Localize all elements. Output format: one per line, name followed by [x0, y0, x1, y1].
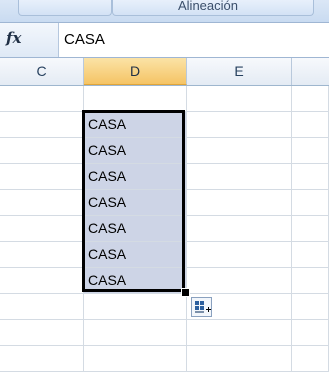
column-header-f[interactable] [292, 58, 329, 85]
cell-d-casa[interactable]: CASA [84, 268, 187, 294]
cell[interactable] [292, 268, 329, 294]
cell-text: CASA [88, 168, 127, 184]
cell-d-casa[interactable]: CASA [84, 190, 187, 216]
cell[interactable] [292, 320, 329, 346]
cell[interactable] [292, 138, 329, 164]
cell[interactable] [84, 346, 187, 372]
cell[interactable] [187, 216, 292, 242]
cell-text: CASA [88, 272, 127, 288]
cell[interactable] [0, 112, 84, 138]
cell-d-casa[interactable]: CASA [84, 164, 187, 190]
cell[interactable] [187, 86, 292, 112]
ribbon: ▾ Alineación [0, 0, 329, 23]
cell[interactable] [0, 138, 84, 164]
cell-d-casa[interactable]: CASA [84, 138, 187, 164]
cell-text: CASA [88, 246, 127, 262]
cell[interactable] [0, 164, 84, 190]
cell[interactable] [292, 164, 329, 190]
cell-d-casa[interactable]: CASA [84, 112, 187, 138]
cell[interactable] [292, 242, 329, 268]
cell[interactable] [292, 294, 329, 320]
insert-function-button[interactable]: fx [0, 23, 59, 57]
cell[interactable] [292, 346, 329, 372]
ribbon-group-label: Alineación [178, 0, 238, 13]
cell-text: CASA [88, 116, 127, 132]
fill-handle[interactable] [181, 288, 190, 297]
cell[interactable] [0, 242, 84, 268]
cell[interactable] [187, 268, 292, 294]
cell[interactable] [84, 320, 187, 346]
cell[interactable] [187, 242, 292, 268]
cell[interactable] [0, 346, 84, 372]
cell[interactable] [187, 112, 292, 138]
cell[interactable] [0, 294, 84, 320]
formula-input[interactable]: CASA [64, 31, 105, 48]
formula-bar: fx CASA [0, 23, 329, 58]
cell[interactable] [0, 216, 84, 242]
cell-text: CASA [88, 142, 127, 158]
cell-d-casa[interactable]: CASA [84, 242, 187, 268]
cell-text: CASA [88, 194, 127, 210]
ribbon-dropdown-button[interactable]: ▾ [18, 0, 123, 16]
function-icon: fx [6, 29, 22, 47]
worksheet-grid: CASA CASA CASA CASA CASA CASA CASA [0, 86, 329, 372]
cell[interactable] [292, 190, 329, 216]
cell[interactable] [292, 112, 329, 138]
cell[interactable] [187, 164, 292, 190]
cell[interactable] [187, 190, 292, 216]
cell[interactable] [0, 268, 84, 294]
cell[interactable] [292, 86, 329, 112]
cell[interactable] [0, 320, 84, 346]
column-header-e[interactable]: E [187, 58, 292, 85]
cell[interactable] [187, 320, 292, 346]
autofill-options-button[interactable] [191, 297, 212, 317]
cell[interactable] [0, 190, 84, 216]
cell-text: CASA [88, 220, 127, 236]
cell[interactable] [187, 138, 292, 164]
cell[interactable] [187, 346, 292, 372]
cell[interactable] [292, 216, 329, 242]
column-headers: C D E [0, 58, 329, 86]
column-header-c[interactable]: C [0, 58, 84, 85]
column-header-d[interactable]: D [84, 58, 187, 85]
cell-d-casa[interactable]: CASA [84, 216, 187, 242]
cell[interactable] [84, 294, 187, 320]
cell[interactable] [84, 86, 187, 112]
cell[interactable] [0, 86, 84, 112]
